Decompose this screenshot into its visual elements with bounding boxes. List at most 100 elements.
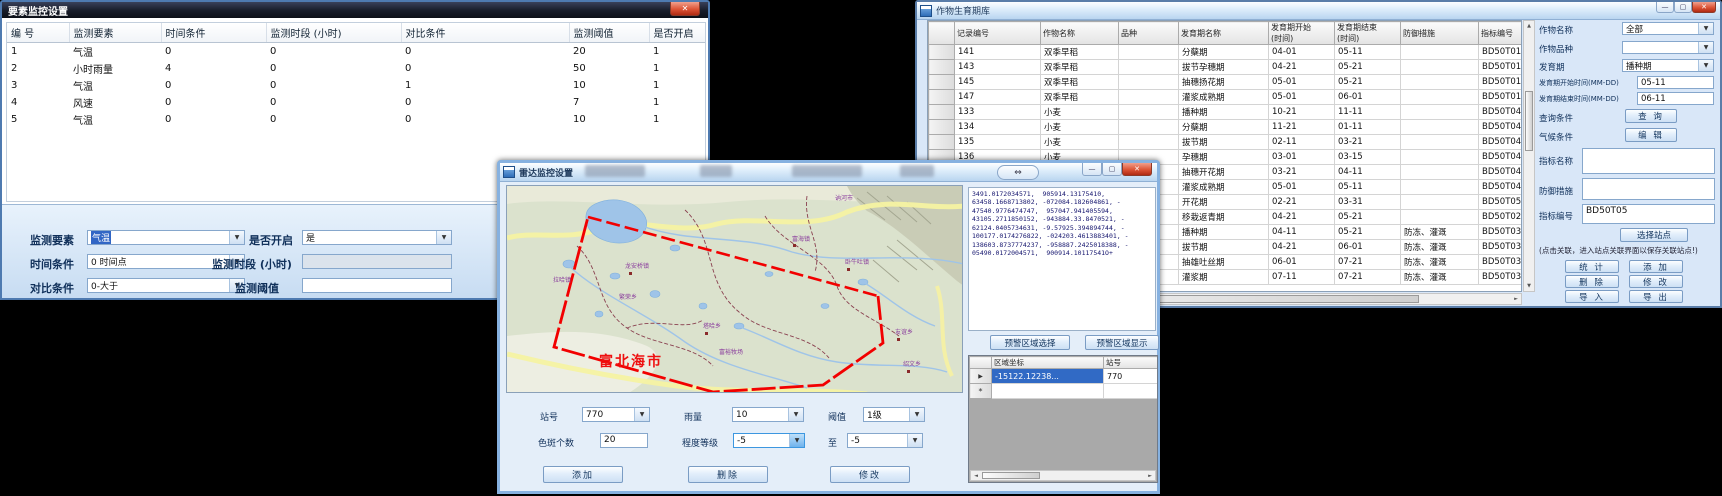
table-row[interactable]: 133小麦播种期10-2111-11BD50T04	[929, 105, 1523, 120]
map-image[interactable]: 富海镇拉哈镇龙安桥镇繁荣乡塔哈乡卧牛吐镇友谊乡富裕牧场绍文乡讷河市 富北海市	[507, 186, 963, 393]
cell[interactable]	[1119, 135, 1179, 150]
cell[interactable]: BD50T01	[1479, 60, 1523, 75]
cell[interactable]: 05-01	[1269, 75, 1335, 90]
table-row[interactable]: 4风速00071	[7, 94, 706, 111]
cell[interactable]: 4	[161, 60, 266, 77]
cell[interactable]: 06-01	[1269, 255, 1335, 270]
cell[interactable]: 05-21	[1335, 60, 1401, 75]
table-row[interactable]: 3气温001101	[7, 77, 706, 94]
vertical-scrollbar[interactable]: ▲ ▼	[1523, 20, 1535, 292]
add-button[interactable]: 添加	[543, 466, 623, 483]
cell[interactable]: 1	[7, 43, 69, 61]
cell[interactable]: BD50T04	[1479, 180, 1523, 195]
index-name-input[interactable]	[1582, 148, 1715, 174]
cell[interactable]	[1119, 45, 1179, 60]
grid-col-header[interactable]: 站号	[1104, 357, 1159, 369]
table-row[interactable]: ▶ -15122.12238... 770	[970, 369, 1159, 384]
cell[interactable]: 02-11	[1269, 135, 1335, 150]
column-header[interactable]: 指标编号	[1479, 22, 1523, 45]
cell[interactable]: 播种期	[1179, 225, 1269, 240]
export-button[interactable]: 导 出	[1629, 290, 1683, 303]
table-row[interactable]: 145双季早稻抽穗扬花期05-0105-21BD50T01	[929, 75, 1523, 90]
cell[interactable]: 143	[955, 60, 1041, 75]
cell[interactable]: 0	[161, 94, 266, 111]
stage-end-input[interactable]: 06-11	[1637, 92, 1714, 105]
cell[interactable]: 770	[1104, 369, 1159, 384]
grid-col-header[interactable]: 区域坐标	[992, 357, 1104, 369]
cell[interactable]: 1	[649, 111, 706, 128]
column-header[interactable]: 监测要素	[69, 23, 161, 43]
region-select-button[interactable]: 预警区域选择	[990, 335, 1070, 350]
cell[interactable]	[1401, 120, 1479, 135]
scroll-up-icon[interactable]: ▲	[1524, 21, 1534, 31]
cell[interactable]: 1	[649, 43, 706, 61]
cell[interactable]: 气温	[69, 77, 161, 94]
cell[interactable]: BD50T04	[1479, 150, 1523, 165]
chevron-down-icon[interactable]: ▼	[788, 408, 803, 421]
cell[interactable]	[1401, 210, 1479, 225]
cell[interactable]: 灌浆成熟期	[1179, 180, 1269, 195]
stat-button[interactable]: 统 计	[1565, 260, 1619, 273]
cell[interactable]: 抽雄吐丝期	[1179, 255, 1269, 270]
cell[interactable]: 05-01	[1269, 90, 1335, 105]
scrollbar-thumb[interactable]	[1525, 91, 1533, 151]
maximize-icon[interactable]: ▢	[1102, 163, 1122, 176]
cell[interactable]: 灌浆期	[1179, 270, 1269, 285]
cell[interactable]	[1401, 150, 1479, 165]
cell[interactable]: 0	[161, 43, 266, 61]
row-selector[interactable]: *	[970, 384, 992, 399]
cell[interactable]	[1401, 180, 1479, 195]
cell[interactable]: 抽穗开花期	[1179, 165, 1269, 180]
table-header-row[interactable]: 区域坐标 站号	[970, 357, 1159, 369]
cell[interactable]	[1401, 195, 1479, 210]
column-header[interactable]: 对比条件	[401, 23, 569, 43]
cell[interactable]: 133	[955, 105, 1041, 120]
cell[interactable]: 07-21	[1335, 255, 1401, 270]
threshold-input[interactable]	[302, 278, 452, 293]
column-header[interactable]: 监测时段 (小时)	[266, 23, 401, 43]
row-selector[interactable]	[929, 135, 955, 150]
cell[interactable]: 0	[161, 111, 266, 128]
cell[interactable]: 0	[401, 94, 569, 111]
modify-button[interactable]: 修 改	[1629, 275, 1683, 288]
cell[interactable]: 05-11	[1335, 180, 1401, 195]
cell[interactable]: BD50T04	[1479, 120, 1523, 135]
cell[interactable]: 5	[7, 111, 69, 128]
delete-button[interactable]: 删除	[688, 466, 768, 483]
cell[interactable]: 147	[955, 90, 1041, 105]
cell[interactable]: 04-11	[1335, 165, 1401, 180]
add-button[interactable]: 添 加	[1629, 260, 1683, 273]
scroll-down-icon[interactable]: ▼	[1524, 281, 1534, 291]
variety-combo[interactable]: ▼	[1622, 41, 1714, 54]
cell[interactable]: BD50T04	[1479, 105, 1523, 120]
cell[interactable]	[1119, 60, 1179, 75]
level-combo[interactable]: -5 ▼	[733, 433, 805, 448]
chevron-down-icon[interactable]: ▼	[229, 231, 244, 244]
to-combo[interactable]: -5 ▼	[847, 433, 923, 448]
row-selector[interactable]	[929, 90, 955, 105]
cell[interactable]: 小麦	[1041, 135, 1119, 150]
scroll-right-icon[interactable]: ►	[1511, 294, 1521, 304]
cell[interactable]: 11-21	[1269, 120, 1335, 135]
cell[interactable]: 03-01	[1269, 150, 1335, 165]
cell[interactable]: 双季早稻	[1041, 45, 1119, 60]
titlebar[interactable]: 要素监控设置 ✕	[2, 2, 708, 18]
cell[interactable]: 气温	[69, 111, 161, 128]
patches-input[interactable]: 20	[600, 433, 648, 448]
column-header[interactable]: 记录编号	[955, 22, 1041, 45]
cell[interactable]: 135	[955, 135, 1041, 150]
cell[interactable]: 04-11	[1269, 225, 1335, 240]
cell[interactable]	[1401, 105, 1479, 120]
cell[interactable]: 气温	[69, 43, 161, 61]
table-row-new[interactable]: *	[970, 384, 1159, 399]
cell[interactable]: 播种期	[1179, 105, 1269, 120]
cell[interactable]	[992, 384, 1104, 399]
maximize-icon[interactable]: ▢	[1674, 2, 1692, 13]
table-row[interactable]: 147双季早稻灌浆成熟期05-0106-01BD50T01	[929, 90, 1523, 105]
edit-button[interactable]: 编 辑	[1625, 128, 1677, 142]
cell[interactable]: 20	[569, 43, 649, 61]
minimize-icon[interactable]: —	[1082, 163, 1102, 176]
cell[interactable]: BD50T04	[1479, 135, 1523, 150]
cell[interactable]: BD50T01	[1479, 45, 1523, 60]
cell[interactable]: 拔节期	[1179, 240, 1269, 255]
